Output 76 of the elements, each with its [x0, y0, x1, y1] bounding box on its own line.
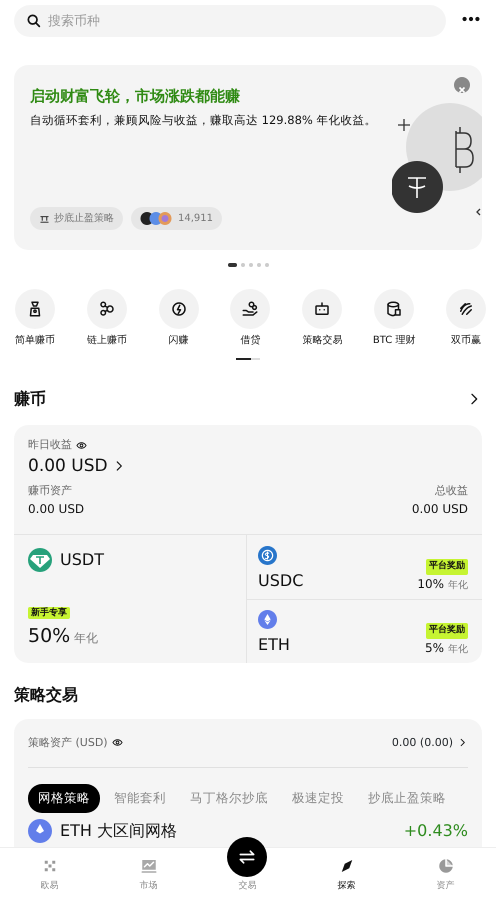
rate-unit: 年化: [448, 578, 468, 592]
shortcut-label[interactable]: 双币赢: [450, 333, 481, 348]
change-value: +0.43%: [404, 820, 468, 842]
total-value: 0.00 USD: [412, 500, 468, 518]
shortcut-label[interactable]: 简单赚币: [15, 333, 55, 348]
strategy-icon: [39, 213, 50, 224]
avatar-stack-icon: [140, 211, 174, 226]
total-label: 总收益: [434, 483, 468, 499]
coin-tile[interactable]: USDT 新手专享 50% 年化: [14, 534, 247, 662]
shortcut-label[interactable]: 借贷: [240, 333, 260, 348]
promo-tag: 平台奖励: [426, 623, 468, 638]
rate-value: 10%: [417, 576, 444, 592]
yesterday-label: 昨日收益: [28, 437, 72, 453]
nav-tab[interactable]: 资产: [396, 848, 495, 903]
assets-value: 0.00 USD: [28, 500, 84, 518]
shortcut-button[interactable]: [230, 289, 270, 329]
page-dot[interactable]: [248, 263, 252, 267]
shortcut-label[interactable]: 链上赚币: [86, 333, 127, 348]
nav-tab[interactable]: 交易: [198, 848, 297, 903]
usdc-coin-icon: [258, 546, 277, 564]
assets-label: 赚币资产: [28, 483, 73, 499]
eth-coin-icon: [28, 818, 52, 843]
lightning-icon: [170, 300, 188, 318]
banner-subtitle: 自动循环套利，兼顾风险与收益，赚取高达 129.88% 年化收益。: [30, 112, 378, 128]
usdt-coin-icon: [28, 548, 52, 572]
shortcut-label[interactable]: 闪赚: [168, 333, 189, 348]
coin-name: USDT: [60, 548, 104, 570]
coin-hand-icon: [241, 300, 260, 318]
robot-icon: [313, 300, 332, 318]
eye-icon[interactable]: [112, 737, 123, 748]
database-icon: [385, 300, 404, 318]
coin-tile[interactable]: USDC 平台奖励 10% 年化: [247, 534, 482, 598]
coin-name: USDC: [258, 570, 304, 592]
nodes-icon: [98, 300, 116, 318]
assets-label: 策略资产 (USD): [28, 734, 108, 750]
rate-value: 50%: [28, 624, 70, 649]
rate-unit: 年化: [74, 630, 98, 647]
participants-chip[interactable]: 14,911: [131, 207, 222, 230]
promo-tag: 新手专享: [28, 607, 70, 619]
scroll-indicator: [236, 358, 260, 360]
banner-title: 启动财富飞轮，市场涨跌都能赚: [30, 86, 240, 107]
coin-name: ETH: [258, 634, 290, 656]
shortcut-button[interactable]: [446, 289, 486, 329]
nav-tab[interactable]: 市场: [99, 848, 198, 903]
assets-value: 0.00 (0.00): [392, 734, 453, 750]
strategy-tag[interactable]: 抄底止盈策略: [30, 207, 123, 230]
close-button[interactable]: [454, 77, 470, 93]
shortcut-button[interactable]: [158, 289, 199, 329]
yesterday-value: 0.00 USD: [28, 454, 108, 478]
coin-tile[interactable]: ETH 平台奖励 5% 年化: [247, 598, 482, 662]
section-title: 策略交易: [14, 684, 79, 706]
shortcut-button[interactable]: [86, 289, 127, 329]
promo-tag: 平台奖励: [426, 559, 468, 574]
nav-tab[interactable]: 欧易: [0, 848, 99, 903]
page-dot[interactable]: [240, 263, 244, 267]
strategy-tab[interactable]: 网格策略: [28, 784, 100, 813]
shortcut-button[interactable]: [15, 289, 55, 329]
rate-unit: 年化: [448, 642, 468, 656]
page-dot[interactable]: [256, 263, 260, 267]
shortcut-label[interactable]: BTC 理财: [372, 333, 416, 348]
search-icon: [26, 13, 42, 29]
nav-tab[interactable]: 探索: [297, 848, 396, 903]
banner-card[interactable]: 启动财富飞轮，市场涨跌都能赚 自动循环套利，兼顾风险与收益，赚取高达 129.88% 年化收益。 抄底止盈策略 14,911: [14, 65, 482, 250]
eye-icon[interactable]: [76, 440, 87, 451]
eth-coin-icon: [258, 610, 277, 628]
pie-chart-icon: [436, 857, 454, 875]
strategy-name[interactable]: ETH 大区间网格: [60, 818, 177, 843]
trade-button[interactable]: [227, 837, 267, 877]
shortcut-label[interactable]: 策略交易: [302, 333, 342, 348]
shortcut-button[interactable]: [374, 289, 414, 329]
section-title: 赚币: [14, 388, 46, 410]
rate-value: 5%: [424, 640, 444, 656]
chart-icon: [140, 857, 158, 875]
page-dot[interactable]: [264, 263, 268, 267]
search-field[interactable]: 搜索币种: [14, 5, 446, 37]
shortcut-button[interactable]: [302, 289, 342, 329]
